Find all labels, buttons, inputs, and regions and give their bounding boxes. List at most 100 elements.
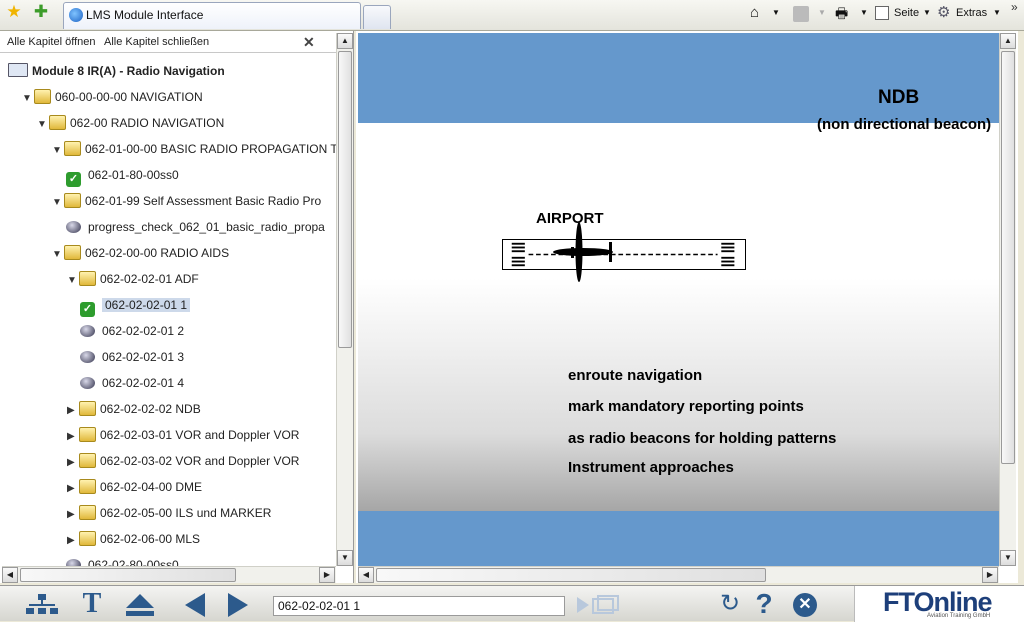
- content-scroll-thumb[interactable]: [1001, 51, 1015, 464]
- tree-item[interactable]: progress_check_062_01_basic_radio_propa: [66, 215, 325, 239]
- add-favorite-icon[interactable]: ✚: [32, 3, 50, 21]
- extras-dropdown-icon[interactable]: ▼: [993, 4, 1001, 22]
- print-icon[interactable]: 🖶: [835, 4, 848, 22]
- lesson-disc-icon: [66, 221, 81, 233]
- slide-subtitle: (non directional beacon): [817, 116, 992, 133]
- previous-page-icon[interactable]: [185, 593, 205, 617]
- tree-item[interactable]: ▶ 062-02-04-00 DME: [67, 475, 202, 499]
- page-dropdown-icon[interactable]: ▼: [923, 4, 931, 22]
- expanded-arrow-icon[interactable]: ▼: [37, 113, 49, 137]
- sidebar-header: Alle Kapitel öffnen Alle Kapitel schließ…: [0, 31, 336, 53]
- tree-item-label: 062-02-03-01 VOR and Doppler VOR: [100, 428, 300, 442]
- tree-item[interactable]: ✓ 062-01-80-00ss0: [66, 163, 179, 187]
- eject-icon[interactable]: [126, 594, 154, 616]
- lms-navigation-bar: T ↻ ? ✕ FTOnline Aviation Training GmbH: [0, 585, 1024, 622]
- tree-item-label: 062-00 RADIO NAVIGATION: [70, 116, 225, 130]
- content-vertical-scrollbar[interactable]: ▲ ▼: [999, 33, 1016, 566]
- chapter-sidebar: Alle Kapitel öffnen Alle Kapitel schließ…: [0, 31, 354, 583]
- book-icon: [8, 63, 28, 77]
- feeds-icon[interactable]: [793, 6, 809, 22]
- sidebar-hscroll-thumb[interactable]: [20, 568, 236, 582]
- favorites-star-icon[interactable]: ★: [5, 3, 23, 21]
- content-scroll-down-icon[interactable]: ▼: [1000, 550, 1016, 566]
- tree-item-label: 062-02-02-01 ADF: [100, 272, 199, 286]
- slide-title: NDB: [878, 87, 920, 108]
- folder-icon: [79, 401, 96, 416]
- content-hscroll-thumb[interactable]: [376, 568, 766, 582]
- scroll-left-icon[interactable]: ◀: [2, 567, 18, 583]
- tree-item[interactable]: Module 8 IR(A) - Radio Navigation: [8, 59, 225, 83]
- content-horizontal-scrollbar[interactable]: ◀ ▶: [358, 566, 999, 583]
- tree-item-label: Module 8 IR(A) - Radio Navigation: [32, 64, 225, 78]
- expanded-arrow-icon[interactable]: ▼: [52, 243, 64, 267]
- tree-item[interactable]: ▶ 062-02-03-01 VOR and Doppler VOR: [67, 423, 299, 447]
- home-icon[interactable]: ⌂: [750, 4, 759, 22]
- collapsed-arrow-icon[interactable]: ▶: [67, 477, 79, 501]
- close-all-link[interactable]: Alle Kapitel schließen: [104, 31, 209, 53]
- gear-icon: ⚙: [937, 4, 951, 21]
- sitemap-icon[interactable]: [26, 594, 58, 616]
- tree-item[interactable]: 062-02-02-01 3: [80, 345, 184, 369]
- scroll-down-icon[interactable]: ▼: [337, 550, 353, 566]
- expanded-arrow-icon[interactable]: ▼: [52, 191, 64, 215]
- tree-item[interactable]: 062-02-02-01 4: [80, 371, 184, 395]
- tree-item[interactable]: ▼ 062-01-00-00 BASIC RADIO PROPAGATION T: [52, 137, 338, 161]
- expanded-arrow-icon[interactable]: ▼: [67, 269, 79, 293]
- current-page-field[interactable]: [273, 596, 565, 616]
- scroll-right-icon[interactable]: ▶: [319, 567, 335, 583]
- tree-item-label: 062-01-99 Self Assessment Basic Radio Pr…: [85, 194, 322, 208]
- tree-item[interactable]: 062-02-02-01 2: [80, 319, 184, 343]
- collapsed-arrow-icon[interactable]: ▶: [67, 399, 79, 423]
- feeds-dropdown-icon[interactable]: ▼: [818, 4, 826, 22]
- collapsed-arrow-icon[interactable]: ▶: [67, 503, 79, 527]
- tree-item[interactable]: ▶ 062-02-03-02 VOR and Doppler VOR: [67, 449, 299, 473]
- folder-icon: [64, 193, 81, 208]
- browser-toolbar: ★ ✚ LMS Module Interface ⌂ ▼ ▼ 🖶 ▼ Seite…: [0, 0, 1024, 31]
- text-view-icon[interactable]: T: [80, 590, 104, 618]
- tree-item[interactable]: ▶ 062-02-06-00 MLS: [67, 527, 200, 551]
- help-icon[interactable]: ?: [752, 590, 776, 618]
- browser-tab[interactable]: LMS Module Interface: [63, 2, 361, 29]
- content-scroll-left-icon[interactable]: ◀: [358, 567, 374, 583]
- extras-menu-button[interactable]: Extras: [956, 4, 987, 22]
- tree-item-label: 062-02-03-02 VOR and Doppler VOR: [100, 454, 300, 468]
- open-all-link[interactable]: Alle Kapitel öffnen: [7, 31, 95, 53]
- tree-item-label: 062-02-06-00 MLS: [100, 532, 201, 546]
- tree-item[interactable]: ▶ 062-02-05-00 ILS und MARKER: [67, 501, 271, 525]
- tree-item-label: 062-02-04-00 DME: [100, 480, 203, 494]
- next-page-icon[interactable]: [228, 593, 248, 617]
- sidebar-horizontal-scrollbar[interactable]: ◀ ▶: [2, 566, 336, 583]
- print-dropdown-icon[interactable]: ▼: [860, 4, 868, 22]
- expanded-arrow-icon[interactable]: ▼: [22, 87, 34, 111]
- new-tab-button[interactable]: [363, 5, 391, 29]
- chevron-more-icon[interactable]: »: [1011, 0, 1018, 14]
- content-scroll-up-icon[interactable]: ▲: [1000, 33, 1016, 49]
- exit-icon[interactable]: ✕: [793, 593, 817, 617]
- sidebar-vertical-scrollbar[interactable]: ▲ ▼: [336, 33, 353, 566]
- folder-icon: [79, 479, 96, 494]
- tree-item[interactable]: ✓ 062-02-02-01 1: [80, 293, 191, 317]
- tree-item-label: 060-00-00-00 NAVIGATION: [55, 90, 203, 104]
- airplane-icon: [553, 222, 613, 282]
- lesson-disc-icon: [80, 325, 95, 337]
- close-sidebar-icon[interactable]: ✕: [303, 31, 315, 53]
- tree-item[interactable]: ▶ 062-02-02-02 NDB: [67, 397, 201, 421]
- home-dropdown-icon[interactable]: ▼: [772, 4, 780, 22]
- tree-item[interactable]: ▼ 060-00-00-00 NAVIGATION: [22, 85, 203, 109]
- scroll-up-icon[interactable]: ▲: [337, 33, 353, 49]
- collapsed-arrow-icon[interactable]: ▶: [67, 451, 79, 475]
- refresh-icon[interactable]: ↻: [718, 590, 742, 618]
- tree-item[interactable]: ▼ 062-02-02-01 ADF: [67, 267, 199, 291]
- content-scroll-right-icon[interactable]: ▶: [982, 567, 998, 583]
- folder-icon: [64, 141, 81, 156]
- tree-item[interactable]: ▼ 062-01-99 Self Assessment Basic Radio P…: [52, 189, 321, 213]
- page-menu-button[interactable]: Seite: [894, 4, 919, 22]
- go-to-page-icon[interactable]: [577, 595, 619, 615]
- sidebar-scroll-thumb[interactable]: [338, 51, 352, 348]
- expanded-arrow-icon[interactable]: ▼: [52, 139, 64, 163]
- collapsed-arrow-icon[interactable]: ▶: [67, 529, 79, 553]
- tree-item[interactable]: ▼ 062-02-00-00 RADIO AIDS: [52, 241, 229, 265]
- slide-bullet: enroute navigation: [568, 367, 703, 384]
- collapsed-arrow-icon[interactable]: ▶: [67, 425, 79, 449]
- tree-item[interactable]: ▼ 062-00 RADIO NAVIGATION: [37, 111, 224, 135]
